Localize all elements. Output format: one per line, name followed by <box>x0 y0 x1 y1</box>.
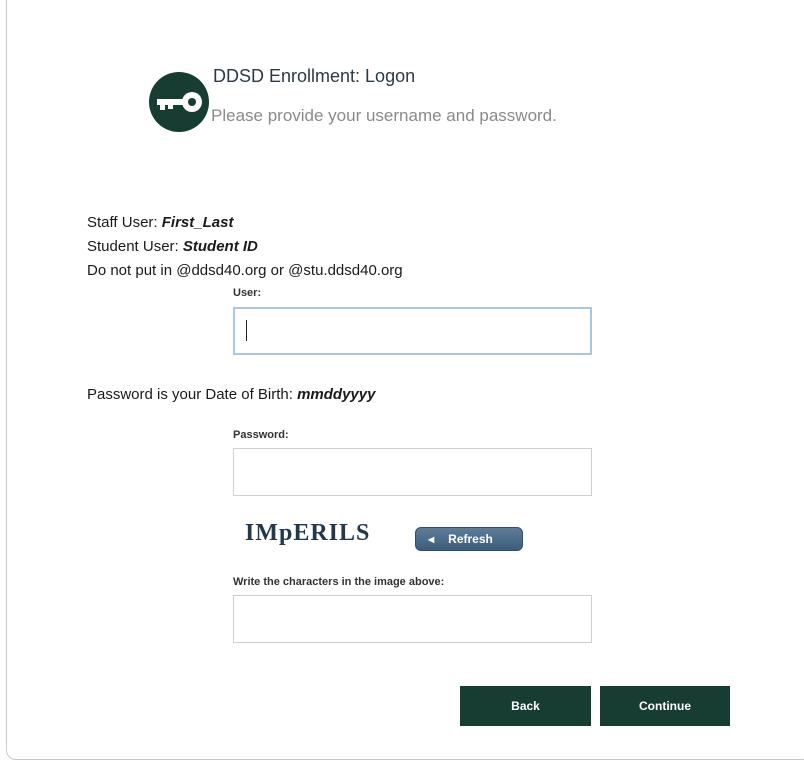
captcha-image: IMpERILS <box>245 520 371 546</box>
refresh-captcha-button[interactable]: ◀ Refresh <box>415 527 523 551</box>
refresh-button-label: Refresh <box>448 532 493 546</box>
continue-button[interactable]: Continue <box>600 686 730 726</box>
password-hint: mmddyyyy <box>297 386 376 403</box>
key-icon <box>149 72 209 132</box>
staff-user-hint: First_Last <box>161 214 234 231</box>
student-user-instruction: Student User: Student ID <box>87 238 258 255</box>
captcha-label: Write the characters in the image above: <box>233 576 445 588</box>
staff-user-prefix: Staff User: <box>87 214 162 231</box>
password-input[interactable] <box>233 448 592 496</box>
password-prefix: Password is your Date of Birth: <box>87 386 298 403</box>
page-subtitle: Please provide your username and passwor… <box>211 106 557 125</box>
user-input[interactable] <box>233 307 592 355</box>
page-title: DDSD Enrollment: Logon <box>213 66 416 86</box>
user-label: User: <box>233 287 262 299</box>
back-button[interactable]: Back <box>460 686 591 726</box>
staff-user-instruction: Staff User: First_Last <box>87 214 233 231</box>
password-label: Password: <box>233 429 289 441</box>
text-caret <box>246 320 247 341</box>
domain-note: Do not put in @ddsd40.org or @stu.ddsd40… <box>87 262 403 279</box>
student-user-hint: Student ID <box>182 238 258 255</box>
chevron-left-icon: ◀ <box>428 534 435 544</box>
student-user-prefix: Student User: <box>87 238 183 255</box>
captcha-input[interactable] <box>233 595 592 643</box>
password-instruction: Password is your Date of Birth: mmddyyyy <box>87 386 375 403</box>
